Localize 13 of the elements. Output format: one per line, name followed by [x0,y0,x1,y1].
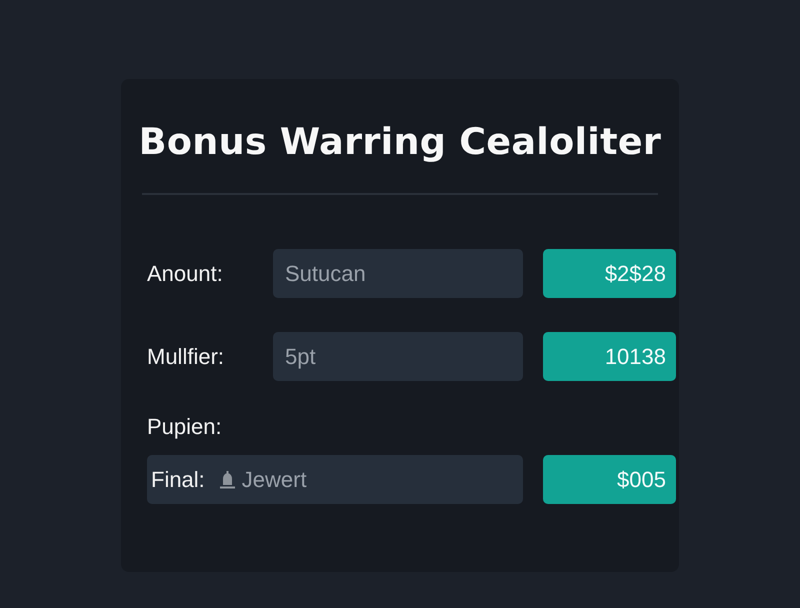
field-label: Anount: [147,260,223,286]
field-label: Mullfier: [147,344,224,370]
field-label: Final: [151,466,205,492]
section-label: Pupien: [147,414,222,440]
text-input[interactable]: Jewert [242,455,523,504]
result-value: $005 [543,455,676,504]
input-field[interactable]: Sutucan [273,249,523,298]
result-value: $2$28 [543,249,676,298]
bell-icon [218,470,236,488]
page-title: Bonus Warring Cealoliter [138,120,662,164]
input-field[interactable]: 5pt [273,332,523,381]
input-box[interactable]: Final: Jewert [147,455,523,504]
result-value: 10138 [543,332,676,381]
